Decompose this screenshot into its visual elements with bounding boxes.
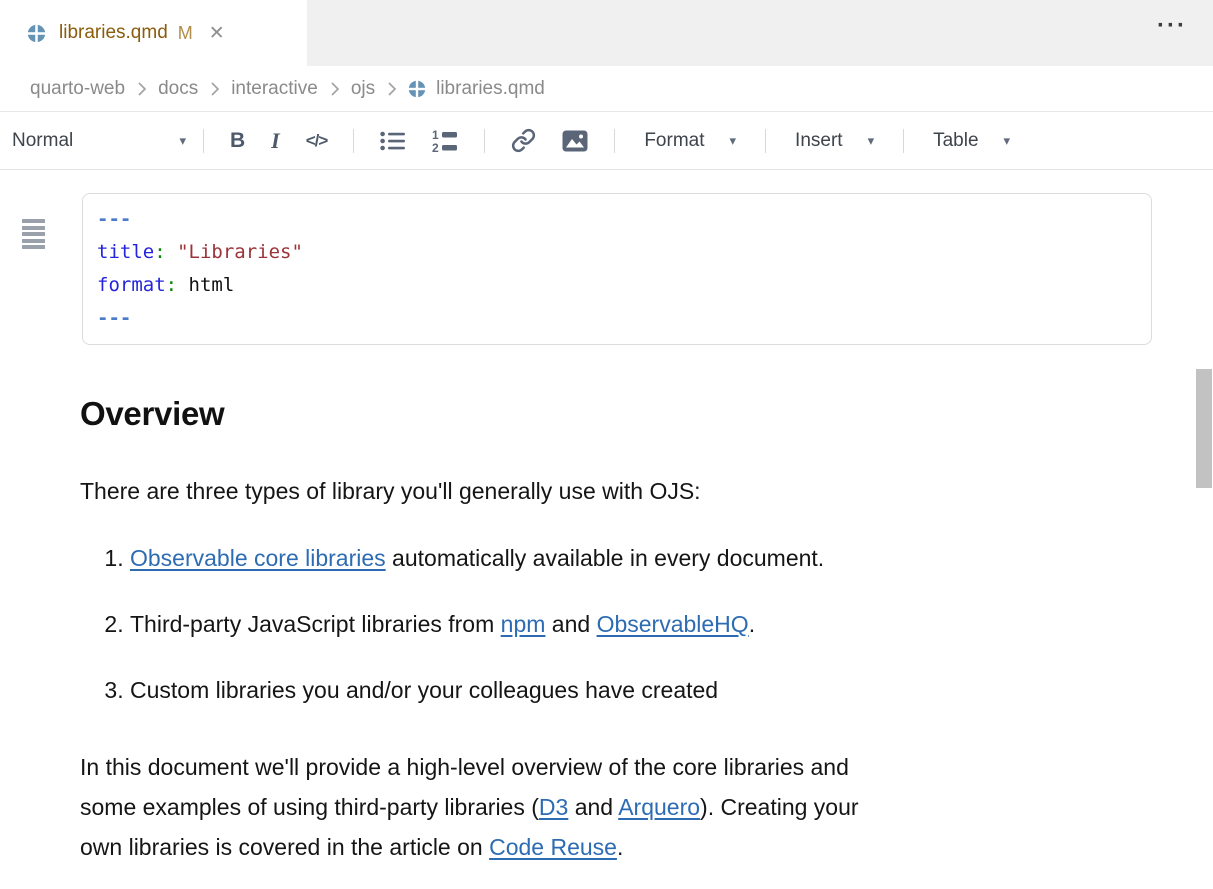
toolbar-divider xyxy=(614,129,615,153)
doc-link[interactable]: Observable core libraries xyxy=(130,545,386,571)
text-run: own libraries is covered in the article … xyxy=(80,834,489,860)
editor-window: libraries.qmd M ✕ ··· quarto-web docs in… xyxy=(0,0,1213,889)
yaml-fence: --- xyxy=(97,302,1137,335)
bulleted-list-button[interactable] xyxy=(367,121,418,161)
closing-paragraph: In this document we'll provide a high-le… xyxy=(80,747,1152,867)
image-icon xyxy=(562,130,588,152)
tab-title: libraries.qmd xyxy=(59,22,168,44)
chevron-right-icon xyxy=(209,81,220,97)
tab-bar: libraries.qmd M ✕ ··· xyxy=(0,0,1213,66)
bold-button[interactable]: B xyxy=(217,121,258,161)
numbered-list-item: Custom libraries you and/or your colleag… xyxy=(130,676,1213,704)
table-menu-label: Table xyxy=(933,130,978,152)
italic-button[interactable]: I xyxy=(258,121,293,161)
section-heading: Overview xyxy=(80,394,1213,434)
text-run: and xyxy=(545,611,596,637)
doc-link[interactable]: D3 xyxy=(539,794,568,820)
doc-link[interactable]: ObservableHQ xyxy=(597,611,749,637)
chevron-down-icon: ▾ xyxy=(179,133,186,149)
insert-menu-button[interactable]: Insert ▾ xyxy=(779,130,890,152)
yaml-entry-title: title: "Libraries" xyxy=(97,236,1137,269)
toolbar-divider xyxy=(203,129,204,153)
link-button[interactable] xyxy=(498,121,549,161)
text-run: some examples of using third-party libra… xyxy=(80,794,539,820)
numbered-list-item: Observable core libraries automatically … xyxy=(130,544,1213,572)
text-run: In this document we'll provide a high-le… xyxy=(80,754,849,780)
quarto-logo-icon xyxy=(27,24,46,43)
code-button[interactable]: </> xyxy=(293,121,341,161)
tab-libraries-qmd[interactable]: libraries.qmd M ✕ xyxy=(0,0,307,66)
text-run: . xyxy=(617,834,623,860)
text-run: . xyxy=(749,611,755,637)
format-menu-button[interactable]: Format ▾ xyxy=(628,130,752,152)
yaml-fence: --- xyxy=(97,203,1137,236)
text-run: automatically available in every documen… xyxy=(386,545,825,571)
formatting-toolbar: Normal ▾ B I </> 1 2 xyxy=(0,112,1213,170)
text-run: and xyxy=(568,794,618,820)
link-icon xyxy=(511,128,536,153)
library-types-list: Observable core libraries automatically … xyxy=(0,544,1213,704)
more-actions-icon[interactable]: ··· xyxy=(1157,14,1187,38)
chevron-down-icon: ▾ xyxy=(868,133,875,149)
toolbar-divider xyxy=(903,129,904,153)
image-button[interactable] xyxy=(549,121,601,161)
breadcrumb-file-label: libraries.qmd xyxy=(436,78,545,100)
yaml-front-matter-block[interactable]: --- title: "Libraries" format: html --- xyxy=(82,193,1152,345)
toolbar-divider xyxy=(765,129,766,153)
breadcrumb: quarto-web docs interactive ojs librarie… xyxy=(0,66,1213,112)
breadcrumb-item-quarto-web[interactable]: quarto-web xyxy=(30,78,125,100)
quarto-logo-icon xyxy=(408,80,426,98)
chevron-down-icon: ▾ xyxy=(1004,133,1011,149)
doc-link[interactable]: npm xyxy=(501,611,546,637)
svg-text:2: 2 xyxy=(432,141,439,153)
numbered-list-item: Third-party JavaScript libraries from np… xyxy=(130,610,1213,638)
document-editor[interactable]: --- title: "Libraries" format: html --- … xyxy=(0,193,1213,889)
chevron-down-icon: ▾ xyxy=(730,133,737,149)
insert-menu-label: Insert xyxy=(795,130,843,152)
numbered-list-icon: 1 2 xyxy=(431,129,458,153)
text-run: Custom libraries you and/or your colleag… xyxy=(130,677,718,703)
bulleted-list-icon xyxy=(380,130,405,152)
close-icon[interactable]: ✕ xyxy=(209,24,225,43)
chevron-right-icon xyxy=(136,81,147,97)
text-run: Third-party JavaScript libraries from xyxy=(130,611,501,637)
breadcrumb-item-ojs[interactable]: ojs xyxy=(351,78,375,100)
yaml-entry-format: format: html xyxy=(97,269,1137,302)
vertical-scrollbar-thumb[interactable] xyxy=(1196,369,1212,488)
chevron-right-icon xyxy=(386,81,397,97)
breadcrumb-item-interactive[interactable]: interactive xyxy=(231,78,318,100)
toolbar-divider xyxy=(353,129,354,153)
format-menu-label: Format xyxy=(644,130,704,152)
block-drag-handle-icon[interactable] xyxy=(22,219,45,252)
doc-link[interactable]: Code Reuse xyxy=(489,834,617,860)
table-menu-button[interactable]: Table ▾ xyxy=(917,130,1026,152)
toolbar-divider xyxy=(484,129,485,153)
breadcrumb-item-docs[interactable]: docs xyxy=(158,78,198,100)
numbered-list-button[interactable]: 1 2 xyxy=(418,121,471,161)
doc-link[interactable]: Arquero xyxy=(618,794,700,820)
intro-paragraph: There are three types of library you'll … xyxy=(80,477,1152,505)
modified-badge: M xyxy=(178,23,193,44)
chevron-right-icon xyxy=(329,81,340,97)
text-run: ). Creating your xyxy=(700,794,859,820)
style-select-value: Normal xyxy=(12,130,73,152)
breadcrumb-item-file[interactable]: libraries.qmd xyxy=(408,78,545,100)
paragraph-style-select[interactable]: Normal ▾ xyxy=(12,130,190,152)
